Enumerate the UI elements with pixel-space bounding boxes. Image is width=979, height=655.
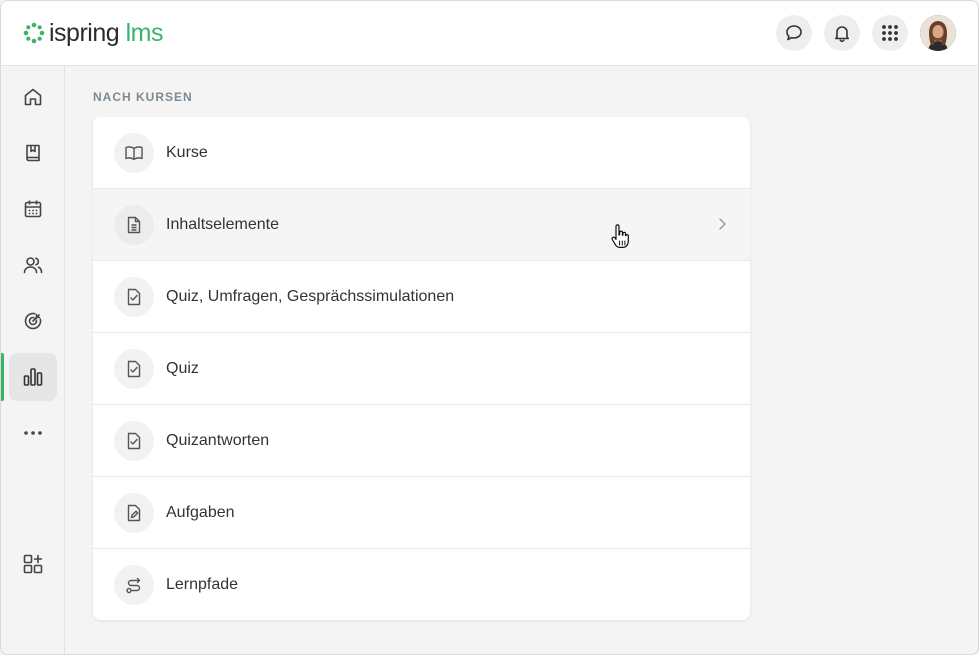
checklist-icon	[127, 432, 141, 449]
list-item-kurse[interactable]: Kurse	[93, 117, 750, 189]
logo-text-primary: ispring	[49, 19, 120, 47]
list-item-label: Aufgaben	[166, 503, 235, 521]
reports-chart-icon	[23, 368, 43, 386]
row-icon-wrap	[114, 204, 154, 245]
row-icon-wrap	[114, 348, 154, 389]
left-sidebar	[1, 66, 65, 654]
more-icon	[24, 431, 42, 435]
edit-document-icon	[127, 504, 141, 521]
section-title: NACH KURSEN	[93, 90, 193, 104]
row-icon-wrap	[114, 133, 154, 173]
row-icon-wrap	[114, 420, 154, 461]
home-icon	[24, 88, 42, 106]
list-item-label: Inhaltselemente	[166, 215, 279, 233]
open-book-icon	[125, 146, 143, 160]
row-icon-wrap	[114, 564, 154, 605]
hand-cursor-icon	[611, 224, 629, 248]
users-icon	[23, 257, 43, 274]
chevron-right-icon	[719, 218, 726, 230]
logo-text-secondary: lms	[125, 19, 164, 47]
list-item-label: Quizantworten	[166, 431, 270, 449]
checklist-icon	[127, 360, 141, 377]
notifications-button[interactable]	[824, 15, 860, 51]
sidebar-item-goals[interactable]	[9, 297, 57, 345]
list-item-inhaltselemente[interactable]: Inhaltselemente	[93, 188, 750, 260]
list-item-label: Kurse	[166, 144, 208, 161]
sidebar-item-reports[interactable]	[9, 353, 57, 401]
chat-icon	[786, 25, 802, 41]
sidebar-item-add-widget[interactable]	[9, 540, 57, 588]
bell-icon	[835, 26, 849, 43]
list-item-lernpfade[interactable]: Lernpfade	[93, 548, 750, 620]
row-icon-wrap	[114, 492, 154, 533]
list-item-aufgaben[interactable]: Aufgaben	[93, 476, 750, 548]
sidebar-item-courses[interactable]	[9, 129, 57, 177]
list-item-label: Quiz	[166, 359, 199, 377]
target-icon	[24, 312, 42, 330]
chat-button[interactable]	[776, 15, 812, 51]
calendar-icon	[24, 200, 42, 218]
ispring-flower-icon	[23, 22, 45, 44]
apps-grid-icon	[882, 25, 898, 41]
sidebar-item-more[interactable]	[9, 409, 57, 457]
list-item-label: Quiz, Umfragen, Gesprächssimulationen	[166, 287, 455, 305]
list-item-label: Lernpfade	[166, 575, 239, 593]
row-icon-wrap	[114, 276, 154, 317]
list-item-quiz-umfragen[interactable]: Quiz, Umfragen, Gesprächssimulationen	[93, 260, 750, 332]
user-avatar[interactable]	[920, 15, 956, 51]
sidebar-item-calendar[interactable]	[9, 185, 57, 233]
top-header: ispring lms	[1, 1, 978, 66]
sidebar-item-home[interactable]	[9, 73, 57, 121]
book-icon	[26, 144, 40, 162]
list-item-quiz[interactable]: Quiz	[93, 332, 750, 404]
ispring-logo[interactable]: ispring lms	[23, 18, 164, 48]
report-list-card: Kurse Inhaltselemente Quiz, Umfragen, Ge…	[93, 117, 750, 620]
user-avatar-icon	[920, 15, 956, 51]
route-icon	[126, 577, 141, 593]
app-window: ispring lms NACH KURSEN Kurse Inhaltsele…	[0, 0, 979, 655]
document-icon	[127, 216, 141, 233]
checklist-icon	[127, 288, 141, 305]
list-item-quizantworten[interactable]: Quizantworten	[93, 404, 750, 476]
active-indicator	[1, 353, 4, 401]
add-widget-icon	[23, 554, 43, 574]
apps-button[interactable]	[872, 15, 908, 51]
sidebar-item-users[interactable]	[9, 241, 57, 289]
